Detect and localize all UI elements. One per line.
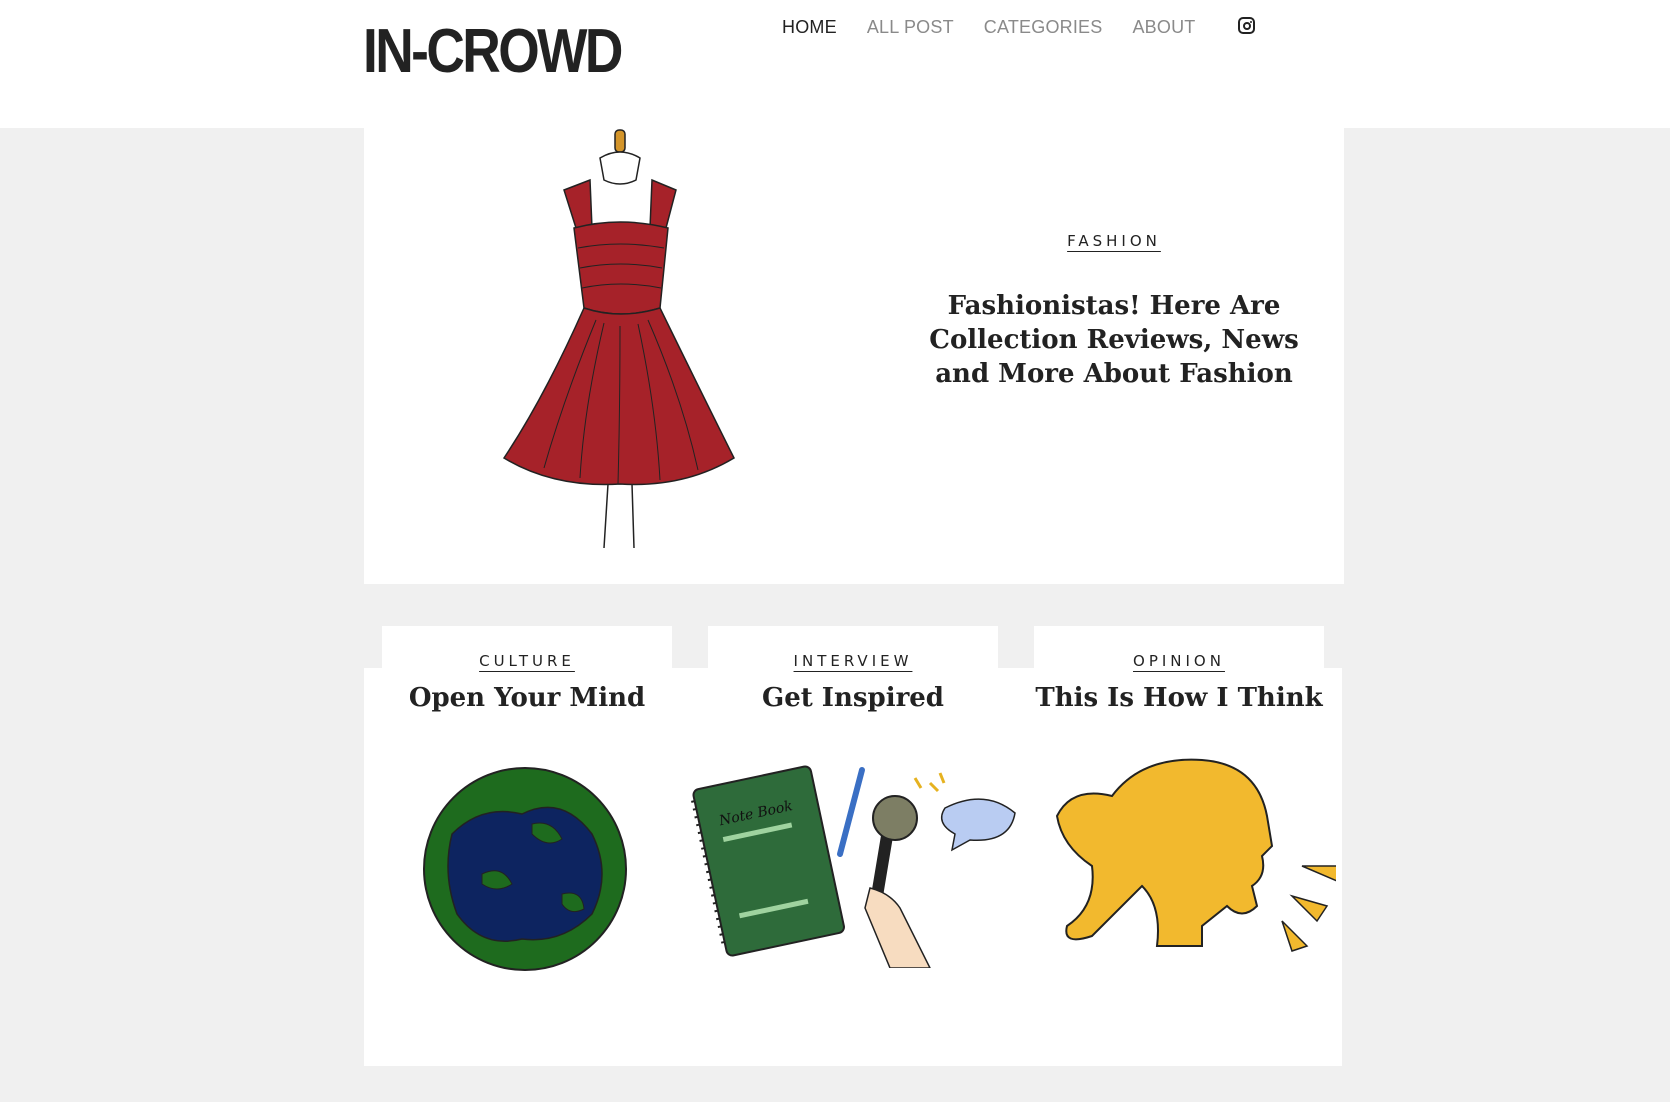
category-card-opinion[interactable]: OPINION This Is How I Think bbox=[1034, 626, 1324, 726]
notebook-microphone-illustration[interactable]: Note Book bbox=[690, 758, 1020, 968]
nav-categories[interactable]: CATEGORIES bbox=[984, 17, 1103, 38]
category-label[interactable]: OPINION bbox=[1133, 652, 1225, 670]
globe-illustration[interactable] bbox=[412, 764, 638, 974]
main-nav: HOME ALL POST CATEGORIES ABOUT bbox=[782, 17, 1225, 38]
card-title[interactable]: Open Your Mind bbox=[382, 683, 672, 713]
nav-all-post[interactable]: ALL POST bbox=[867, 17, 954, 38]
featured-post-title[interactable]: Fashionistas! Here Are Collection Review… bbox=[924, 289, 1304, 391]
site-logo[interactable]: IN-CROWD bbox=[363, 17, 623, 86]
featured-post-text: FASHION Fashionistas! Here Are Collectio… bbox=[924, 232, 1304, 391]
category-card-interview[interactable]: INTERVIEW Get Inspired bbox=[708, 626, 998, 726]
featured-category-link[interactable]: FASHION bbox=[1067, 232, 1161, 250]
category-card-culture[interactable]: CULTURE Open Your Mind bbox=[382, 626, 672, 726]
nav-about[interactable]: ABOUT bbox=[1132, 17, 1195, 38]
speaking-head-illustration[interactable] bbox=[1052, 756, 1336, 956]
featured-post[interactable]: FASHION Fashionistas! Here Are Collectio… bbox=[364, 128, 1344, 584]
instagram-icon[interactable] bbox=[1238, 17, 1255, 34]
category-label[interactable]: INTERVIEW bbox=[794, 652, 913, 670]
nav-home[interactable]: HOME bbox=[782, 17, 837, 38]
site-header: IN-CROWD HOME ALL POST CATEGORIES ABOUT bbox=[0, 0, 1670, 128]
red-dress-illustration bbox=[502, 129, 735, 549]
card-title[interactable]: Get Inspired bbox=[708, 683, 998, 713]
category-label[interactable]: CULTURE bbox=[479, 652, 575, 670]
card-title[interactable]: This Is How I Think bbox=[1034, 683, 1324, 713]
